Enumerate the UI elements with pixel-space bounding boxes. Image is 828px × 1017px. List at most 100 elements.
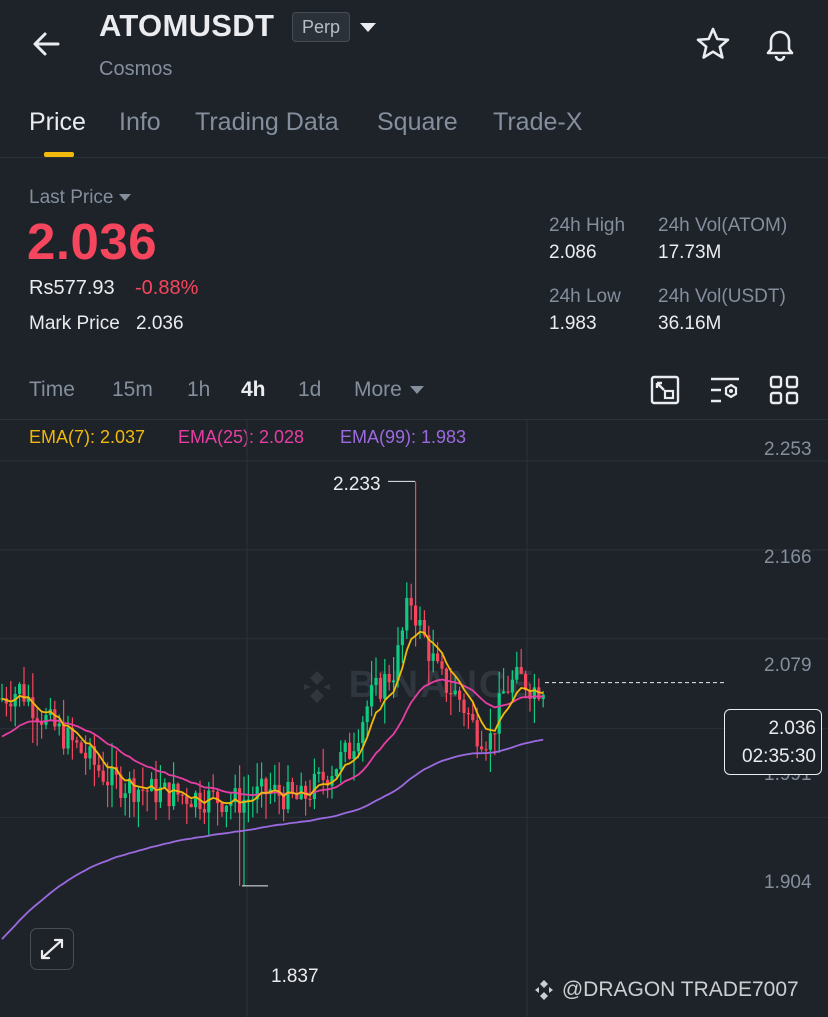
vol-base-value: 17.73M (658, 242, 722, 263)
candle-body (145, 790, 149, 792)
tab-trade-x[interactable]: Trade-X (493, 108, 582, 137)
candle-body (308, 798, 312, 800)
candle-body (57, 723, 61, 727)
interval-time[interactable]: Time (29, 378, 75, 402)
candle-body (449, 692, 453, 695)
current-price-tag: 2.036 02:35:30 (724, 709, 822, 775)
mark-price-value: 2.036 (136, 313, 184, 334)
back-arrow-icon[interactable] (26, 24, 66, 64)
candle-body (405, 597, 409, 631)
symbol-title[interactable]: ATOMUSDT (99, 8, 274, 44)
star-icon[interactable] (693, 24, 733, 64)
tab-price[interactable]: Price (29, 108, 86, 137)
candle-body (374, 677, 378, 686)
candle-body (88, 746, 92, 759)
bell-icon[interactable] (760, 24, 800, 64)
expand-icon (40, 938, 64, 960)
ema7-line (1, 630, 544, 805)
interval-1h[interactable]: 1h (187, 378, 210, 402)
tab-trading-data[interactable]: Trading Data (195, 108, 339, 137)
candle-body (519, 666, 523, 674)
candle-body (378, 677, 382, 699)
ema-lines (1, 630, 544, 940)
candle-body (334, 769, 338, 777)
price-axis-label: 2.166 (764, 547, 812, 568)
candle-body (488, 733, 492, 750)
chart-grid (0, 420, 828, 1017)
candle-body (317, 771, 321, 774)
candle-body (18, 684, 22, 694)
candle-body (361, 722, 365, 744)
candle-body (352, 751, 356, 759)
candle-body (466, 712, 470, 715)
active-tab-indicator (44, 152, 74, 157)
candle-body (132, 778, 136, 802)
candle-body (194, 792, 198, 808)
current-price-value: 2.036 (768, 718, 816, 739)
candle-body (502, 691, 506, 694)
candle-body (348, 742, 352, 759)
candle-body (365, 706, 369, 723)
candle-body (53, 709, 57, 727)
candle-body (400, 630, 404, 646)
high-24h-value: 2.086 (549, 242, 597, 263)
candle-body (370, 685, 374, 707)
last-price-label: Last Price (29, 187, 114, 208)
tab-info[interactable]: Info (119, 108, 161, 137)
chart-style-icon[interactable] (647, 372, 683, 408)
candle-body (176, 783, 180, 795)
candle-body (84, 752, 88, 759)
tab-square[interactable]: Square (377, 108, 458, 137)
price-axis-label: 1.904 (764, 872, 812, 893)
interval-bar: Time 15m 1h 4h 1d More (0, 362, 828, 420)
candle-body (136, 789, 140, 802)
mark-price-label: Mark Price (29, 313, 120, 334)
price-axis-label: 2.079 (764, 655, 812, 676)
candle-body (224, 805, 228, 813)
candle-body (273, 784, 277, 790)
candle-body (414, 605, 418, 626)
candle-body (79, 742, 83, 753)
candle-body (264, 778, 268, 795)
candle-body (211, 790, 215, 792)
candle-body (110, 766, 114, 786)
perp-badge: Perp (292, 12, 351, 42)
indicator-settings-icon[interactable] (707, 372, 743, 408)
candle-body (167, 782, 171, 807)
candle-body (440, 661, 444, 669)
candle-body (286, 781, 290, 810)
candle-body (9, 703, 13, 707)
last-price-selector[interactable]: Last Price (29, 187, 132, 209)
interval-4h[interactable]: 4h (241, 378, 266, 402)
interval-15m[interactable]: 15m (112, 378, 153, 402)
caret-down-icon (119, 194, 132, 202)
candle-body (387, 673, 391, 683)
candle-body (123, 793, 127, 798)
candlestick-chart[interactable] (0, 420, 828, 1017)
grid-layout-icon[interactable] (766, 372, 802, 408)
candle-body (436, 653, 440, 662)
candle-body (510, 679, 514, 693)
candle-body (321, 771, 325, 780)
interval-more[interactable]: More (354, 378, 424, 402)
footer-watermark: @DRAGON TRADE7007 (532, 978, 799, 1002)
candle-body (356, 743, 360, 752)
interval-1d[interactable]: 1d (298, 378, 321, 402)
vol-quote-value: 36.16M (658, 313, 722, 334)
candle-body (141, 789, 145, 791)
candle-body (202, 808, 206, 813)
vol-base-label: 24h Vol(ATOM) (658, 215, 788, 236)
caret-down-icon (409, 386, 424, 395)
candle-body (418, 620, 422, 626)
fullscreen-button[interactable] (30, 928, 74, 970)
candle-body (66, 727, 70, 749)
candle-body (282, 795, 286, 810)
candle-body (62, 723, 66, 749)
candle-body (392, 680, 396, 683)
candle-body (220, 803, 224, 813)
candle-body (101, 770, 105, 782)
candle-body (304, 785, 308, 799)
chevron-down-icon[interactable] (356, 16, 380, 40)
candle-body (290, 781, 294, 794)
candle-body (453, 690, 457, 695)
